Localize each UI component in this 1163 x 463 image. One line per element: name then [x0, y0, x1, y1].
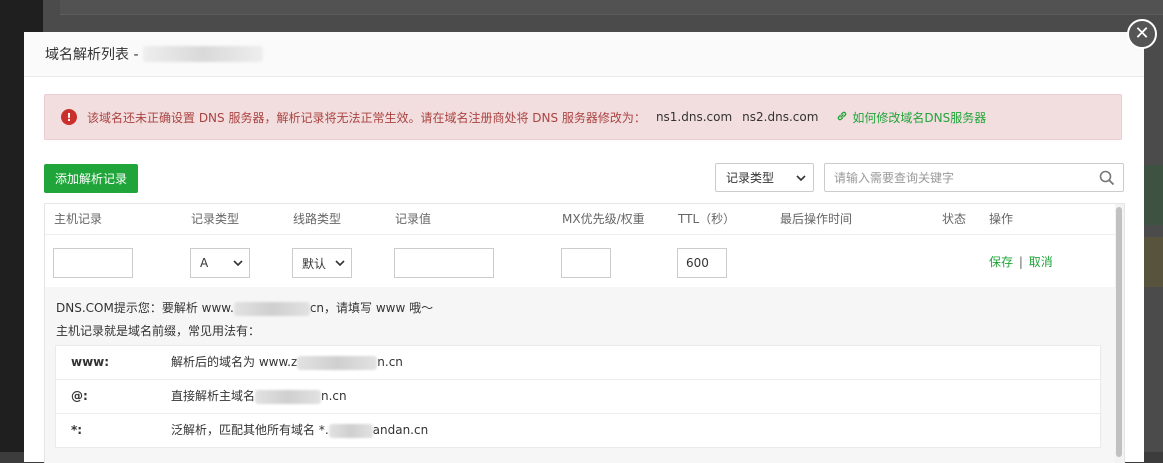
- table-scrollbar[interactable]: [1115, 204, 1124, 463]
- example-value-prefix: 直接解析主域名: [171, 389, 256, 403]
- example-value-suffix: n.cn: [377, 355, 403, 369]
- redacted-domain: [233, 301, 310, 316]
- redacted-domain: [255, 389, 322, 404]
- tip-line-1-prefix: DNS.COM提示您：要解析 www.: [56, 301, 234, 315]
- examples-table: www: 解析后的域名为 www.z n.cn @: 直接解析主域名 n.cn *:…: [55, 345, 1101, 448]
- search-placeholder: 请输入需要查询关键字: [834, 171, 955, 185]
- th-ttl: TTL（秒）: [678, 212, 736, 226]
- tip-line-1-suffix: cn，请填写 www 哦～: [309, 301, 434, 315]
- background-green-block: [1141, 165, 1163, 225]
- tip-line-2: 主机记录就是域名前缀，常见用法有：: [56, 324, 261, 338]
- line-type-value: 默认: [302, 256, 327, 271]
- example-value: 解析后的域名为 www.z n.cn: [171, 346, 403, 379]
- table-header: 主机记录 记录类型 线路类型 记录值 MX优先级/权重 TTL（秒） 最后操作时…: [45, 204, 1115, 234]
- scrollbar-thumb[interactable]: [1116, 207, 1122, 457]
- th-value: 记录值: [395, 212, 432, 226]
- example-value-suffix: andan.cn: [372, 423, 429, 437]
- record-type-value: A: [200, 256, 209, 270]
- row-actions: 保存 | 取消: [989, 253, 1053, 270]
- records-table: 主机记录 记录类型 线路类型 记录值 MX优先级/权重 TTL（秒） 最后操作时…: [44, 203, 1125, 463]
- host-record-tips: DNS.COM提示您：要解析 www. cn，请填写 www 哦～ 主机记录就是域…: [45, 287, 1115, 463]
- mx-input[interactable]: [561, 248, 611, 278]
- th-last-modified: 最后操作时间: [780, 212, 853, 226]
- chevron-down-icon: [796, 174, 806, 181]
- background-yellow-block: [1141, 237, 1163, 287]
- example-key: *:: [71, 423, 83, 437]
- dns-records-modal: 域名解析列表 - ! 该域名还未正确设置 DNS 服务器，解析记录将无法正常生效…: [24, 32, 1144, 463]
- close-icon[interactable]: ✕: [1127, 19, 1157, 49]
- tip-line-1: DNS.COM提示您：要解析 www. cn，请填写 www 哦～: [56, 299, 433, 316]
- redacted-domain: [297, 355, 378, 370]
- search-icon[interactable]: [1099, 170, 1115, 186]
- cancel-link[interactable]: 取消: [1029, 255, 1053, 269]
- th-type: 记录类型: [191, 212, 240, 226]
- link-icon: [836, 110, 848, 125]
- record-type-select[interactable]: A: [190, 248, 250, 278]
- th-line: 线路类型: [293, 212, 342, 226]
- new-record-row: A 默认 600 保存 | 取消: [45, 234, 1115, 288]
- th-mx: MX优先级/权重: [562, 212, 645, 226]
- host-input[interactable]: [53, 248, 133, 278]
- modal-title: 域名解析列表 -: [45, 47, 139, 63]
- example-row: @: 直接解析主域名 n.cn: [56, 380, 1100, 414]
- th-actions: 操作: [989, 212, 1014, 226]
- redacted-domain: [328, 423, 373, 438]
- example-value-prefix: 泛解析，匹配其他所有域名 *.: [171, 423, 329, 437]
- ns2-text: ns2.dns.com: [742, 110, 819, 124]
- save-link[interactable]: 保存: [989, 255, 1013, 269]
- line-type-select[interactable]: 默认: [292, 248, 352, 278]
- dns-warning-alert: ! 该域名还未正确设置 DNS 服务器，解析记录将无法正常生效。请在域名注册商处…: [44, 94, 1122, 140]
- add-record-button[interactable]: 添加解析记录: [44, 164, 138, 193]
- record-type-filter[interactable]: 记录类型: [715, 163, 814, 192]
- chevron-down-icon: [335, 260, 345, 266]
- chevron-down-icon: [233, 260, 243, 266]
- example-row: www: 解析后的域名为 www.z n.cn: [56, 346, 1100, 380]
- ns1-text: ns1.dns.com: [655, 110, 733, 124]
- search-input[interactable]: 请输入需要查询关键字: [824, 163, 1124, 192]
- link-label: 如何修改域名DNS服务器: [852, 110, 987, 125]
- record-value-input[interactable]: [394, 248, 494, 278]
- ttl-input[interactable]: 600: [677, 248, 727, 278]
- alert-message: 该域名还未正确设置 DNS 服务器，解析记录将无法正常生效。请在域名注册商处将 …: [87, 110, 646, 125]
- background-bar: [60, 0, 1163, 15]
- example-value: 泛解析，匹配其他所有域名 *. andan.cn: [171, 414, 428, 447]
- error-icon: !: [61, 109, 77, 125]
- modal-header: 域名解析列表 -: [24, 32, 1144, 77]
- example-value: 直接解析主域名 n.cn: [171, 380, 347, 413]
- example-key: www:: [71, 355, 110, 369]
- action-separator: |: [1018, 255, 1023, 269]
- example-row: *: 泛解析，匹配其他所有域名 *. andan.cn: [56, 414, 1100, 447]
- example-value-suffix: n.cn: [321, 389, 347, 403]
- th-status: 状态: [942, 212, 967, 226]
- how-to-change-dns-link[interactable]: 如何修改域名DNS服务器: [836, 109, 986, 126]
- th-host: 主机记录: [54, 212, 103, 226]
- example-key: @:: [71, 389, 88, 403]
- record-type-filter-value: 记录类型: [726, 171, 775, 185]
- example-value-prefix: 解析后的域名为 www.z: [171, 355, 298, 369]
- redacted-domain: [142, 46, 263, 62]
